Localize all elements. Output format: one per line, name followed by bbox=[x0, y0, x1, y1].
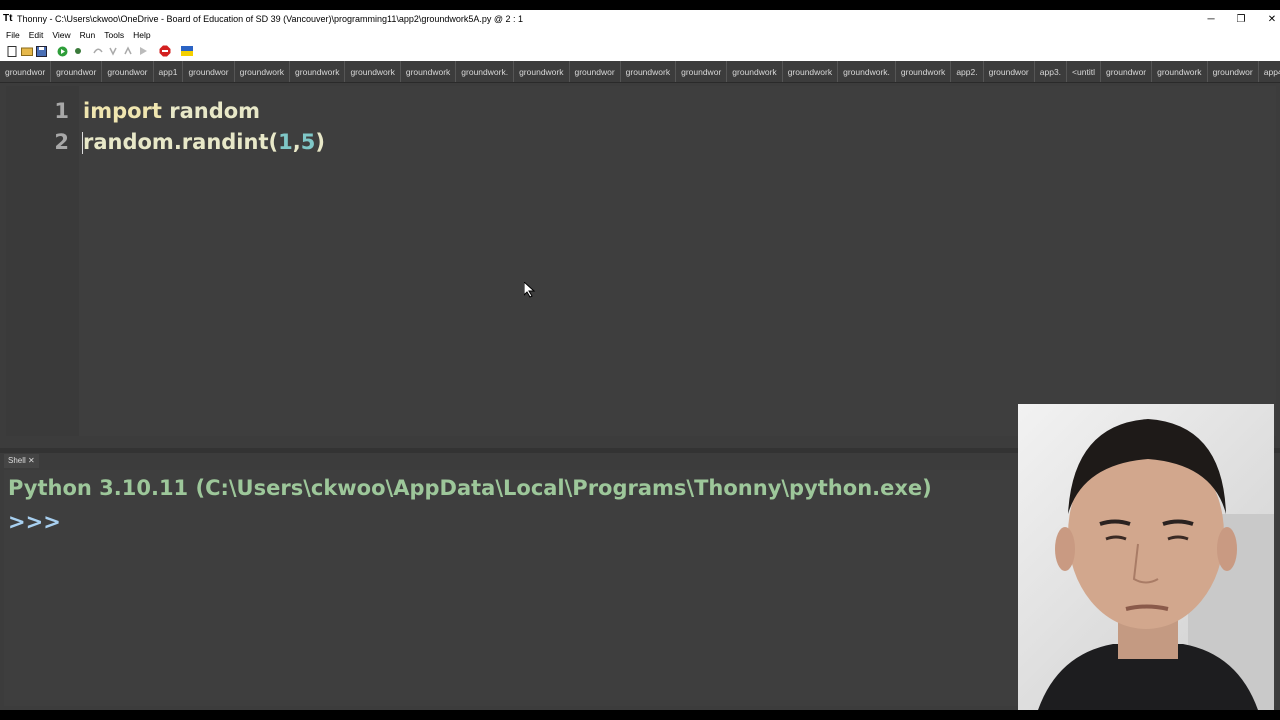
editor-tab[interactable]: groundwor bbox=[570, 61, 621, 82]
restore-button[interactable]: ❐ bbox=[1226, 10, 1256, 28]
shell-prompt[interactable]: >>> bbox=[8, 510, 61, 534]
editor-tab[interactable]: groundwork bbox=[896, 61, 952, 82]
editor-tab[interactable]: groundwork. bbox=[456, 61, 515, 82]
toolbar bbox=[0, 41, 1280, 61]
step-over-icon[interactable] bbox=[92, 45, 105, 58]
ukraine-flag-icon[interactable] bbox=[180, 45, 193, 58]
resume-icon[interactable] bbox=[137, 45, 150, 58]
close-button[interactable]: ✕ bbox=[1257, 10, 1280, 28]
editor-tab[interactable]: app3. bbox=[1035, 61, 1068, 82]
close-icon[interactable]: ✕ bbox=[28, 456, 35, 465]
editor-tab[interactable]: <untitl bbox=[1067, 61, 1101, 82]
editor-tab[interactable]: app1 bbox=[154, 61, 184, 82]
editor-tab[interactable]: groundwor bbox=[676, 61, 728, 82]
text-caret bbox=[82, 132, 83, 154]
editor-tab[interactable]: groundwork bbox=[401, 61, 457, 82]
menu-run[interactable]: Run bbox=[80, 30, 96, 40]
editor-tab[interactable]: groundwor bbox=[183, 61, 235, 82]
editor-tab[interactable]: groundwork bbox=[727, 61, 783, 82]
editor-tab[interactable]: groundwork bbox=[1152, 61, 1208, 82]
argument-2: 5 bbox=[300, 130, 316, 154]
editor-tab[interactable]: groundwor bbox=[1101, 61, 1153, 82]
shell-tab-label: Shell bbox=[8, 456, 26, 465]
editor-tab[interactable]: groundwor bbox=[51, 61, 103, 82]
save-icon[interactable] bbox=[35, 45, 48, 58]
editor-tab[interactable]: groundwork bbox=[783, 61, 839, 82]
editor-tab[interactable]: groundwork bbox=[514, 61, 570, 82]
editor-tab[interactable]: app4 bbox=[1259, 61, 1280, 82]
comma: , bbox=[292, 130, 301, 154]
thonny-icon: Tt bbox=[3, 13, 13, 24]
menu-file[interactable]: File bbox=[6, 30, 20, 40]
shell-tab[interactable]: Shell ✕ bbox=[4, 454, 39, 468]
menu-edit[interactable]: Edit bbox=[29, 30, 44, 40]
run-icon[interactable] bbox=[56, 45, 69, 58]
editor-tab[interactable]: groundwork bbox=[290, 61, 346, 82]
line-number-1: 1 bbox=[54, 99, 69, 123]
title-bar: Tt Thonny - C:\Users\ckwoo\OneDrive - Bo… bbox=[0, 10, 1280, 28]
menu-bar: File Edit View Run Tools Help bbox=[0, 28, 1280, 41]
editor-tab[interactable]: groundwork bbox=[345, 61, 401, 82]
window-title: Thonny - C:\Users\ckwoo\OneDrive - Board… bbox=[17, 14, 524, 24]
open-file-icon[interactable] bbox=[20, 45, 33, 58]
menu-help[interactable]: Help bbox=[133, 30, 150, 40]
editor-tab[interactable]: groundwork bbox=[235, 61, 291, 82]
close-paren: ) bbox=[315, 130, 325, 154]
stop-icon[interactable] bbox=[158, 45, 171, 58]
webcam-overlay bbox=[1018, 404, 1274, 710]
code-editor[interactable]: 1 2 import random random.randint(1,5) bbox=[6, 86, 1276, 436]
code-line-1[interactable]: import random bbox=[83, 99, 260, 123]
menu-view[interactable]: View bbox=[52, 30, 70, 40]
minimize-button[interactable]: ─ bbox=[1196, 10, 1226, 28]
menu-tools[interactable]: Tools bbox=[104, 30, 124, 40]
step-out-icon[interactable] bbox=[122, 45, 135, 58]
keyword-import: import bbox=[83, 99, 162, 123]
editor-tab[interactable]: groundwor bbox=[984, 61, 1035, 82]
editor-tab[interactable]: groundwor bbox=[0, 61, 52, 82]
code-line-2[interactable]: random.randint(1,5) bbox=[83, 130, 325, 154]
editor-tab[interactable]: groundwor bbox=[102, 61, 154, 82]
debug-icon[interactable] bbox=[71, 45, 84, 58]
editor-tab[interactable]: groundwor bbox=[1208, 61, 1259, 82]
editor-tab[interactable]: app2. bbox=[951, 61, 984, 82]
presenter-image bbox=[1038, 419, 1274, 710]
argument-1: 1 bbox=[278, 130, 293, 154]
line-number-2: 2 bbox=[54, 130, 69, 154]
new-file-icon[interactable] bbox=[5, 45, 18, 58]
module-name: random bbox=[161, 99, 261, 123]
step-into-icon[interactable] bbox=[107, 45, 120, 58]
editor-tabs: groundwor groundwor groundwor app1 groundwor… bbox=[0, 61, 1280, 83]
editor-tab[interactable]: groundwork. bbox=[838, 61, 896, 82]
editor-tab[interactable]: groundwork bbox=[621, 61, 677, 82]
function-call: random.randint( bbox=[83, 130, 279, 154]
python-banner: Python 3.10.11 (C:\Users\ckwoo\AppData\L… bbox=[8, 476, 932, 500]
